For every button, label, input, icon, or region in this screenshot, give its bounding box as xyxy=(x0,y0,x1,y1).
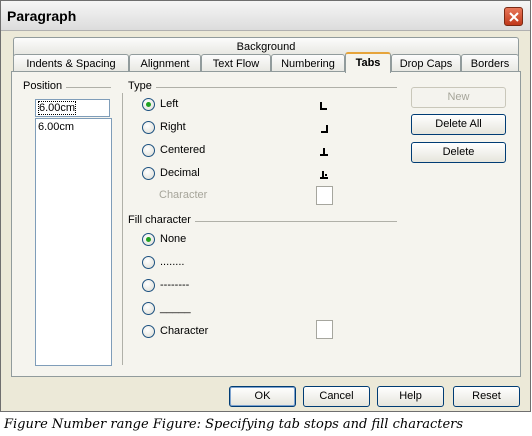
delete-button[interactable]: Delete xyxy=(411,142,506,163)
radio-button[interactable] xyxy=(142,279,155,292)
position-input[interactable]: 6.00cm xyxy=(35,99,110,117)
type-label: Type xyxy=(128,80,156,92)
delete-all-button[interactable]: Delete All xyxy=(411,114,506,135)
list-item[interactable]: 6.00cm xyxy=(36,119,111,135)
radio-label: Centered xyxy=(160,144,206,156)
group-divider xyxy=(122,93,123,365)
radio-button[interactable] xyxy=(142,121,155,134)
radio-label: Decimal xyxy=(160,167,200,179)
close-button[interactable] xyxy=(504,7,523,26)
left-tab-icon xyxy=(320,102,327,110)
help-button[interactable]: Help xyxy=(377,386,444,407)
radio-button[interactable] xyxy=(142,167,155,180)
paragraph-dialog: Paragraph Background Indents & Spacing A… xyxy=(0,0,531,412)
fill-character-field[interactable] xyxy=(316,320,333,339)
radio-label: Right xyxy=(160,121,186,133)
radio-label: None xyxy=(160,233,187,245)
radio-label: Left xyxy=(160,98,179,110)
type-character-label: Character xyxy=(159,189,208,201)
position-label: Position xyxy=(23,80,67,92)
radio-label: _____ xyxy=(160,302,191,314)
center-tab-icon xyxy=(320,148,328,156)
fill-character-label: Fill character xyxy=(128,214,195,226)
right-tab-icon xyxy=(321,125,328,133)
radio-button[interactable] xyxy=(142,256,155,269)
dialog-title: Paragraph xyxy=(7,8,77,24)
type-group-line xyxy=(129,87,397,88)
cancel-button[interactable]: Cancel xyxy=(303,386,370,407)
figure-caption: Figure Number range Figure: Specifying t… xyxy=(4,417,464,432)
new-button[interactable]: New xyxy=(411,87,506,108)
ok-button[interactable]: OK xyxy=(229,386,296,407)
reset-button[interactable]: Reset xyxy=(453,386,520,407)
radio-button[interactable] xyxy=(142,144,155,157)
title-bar[interactable]: Paragraph xyxy=(1,1,530,31)
position-list[interactable]: 6.00cm xyxy=(35,118,112,366)
radio-label: Character xyxy=(160,325,209,337)
tab-tabs[interactable]: Tabs xyxy=(345,52,391,73)
radio-button[interactable] xyxy=(142,98,155,111)
radio-button[interactable] xyxy=(142,325,155,338)
type-character-field[interactable] xyxy=(316,186,333,205)
radio-button[interactable] xyxy=(142,233,155,246)
radio-button[interactable] xyxy=(142,302,155,315)
close-icon xyxy=(509,12,519,22)
position-input-value: 6.00cm xyxy=(37,101,77,115)
radio-label: -------- xyxy=(160,279,190,291)
decimal-tab-icon xyxy=(320,171,328,179)
radio-label: ........ xyxy=(160,256,185,268)
